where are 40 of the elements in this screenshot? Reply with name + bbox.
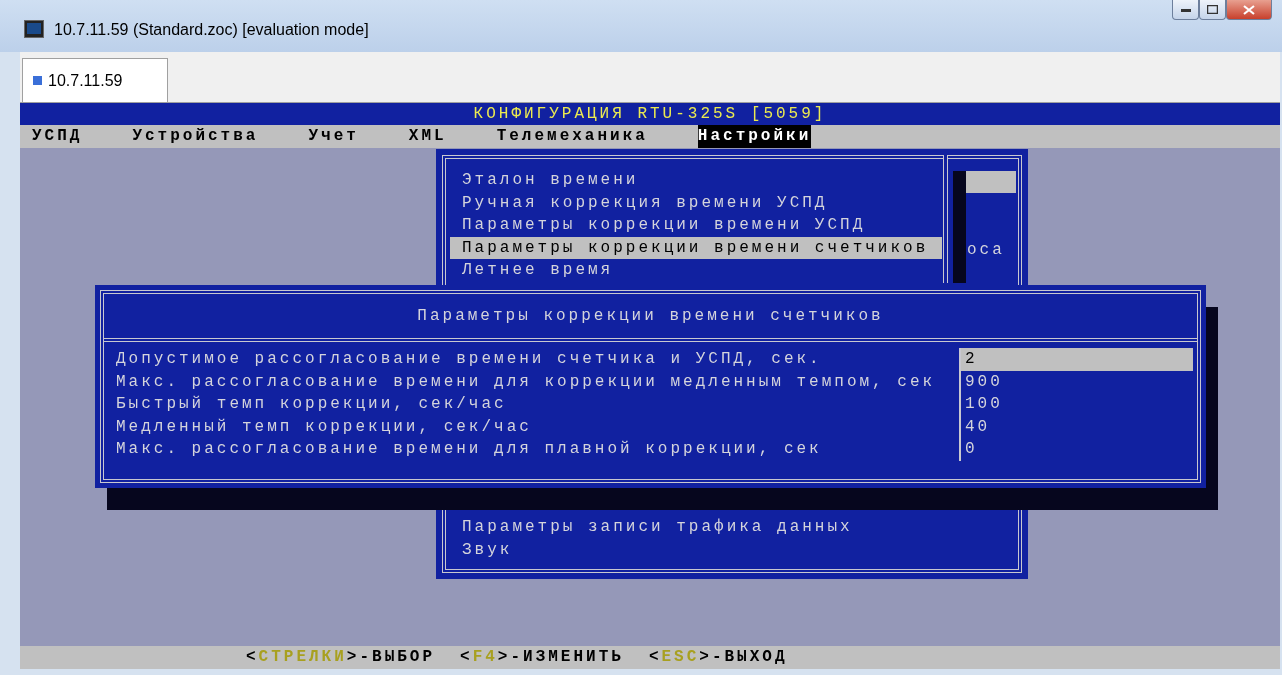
menu-item[interactable]: XML: [408, 125, 447, 148]
menu-item[interactable]: Устройства: [132, 125, 259, 148]
maximize-button[interactable]: [1199, 0, 1226, 20]
value-field[interactable]: 100: [959, 393, 1193, 416]
key-hint: <ESC>-ВЫХОД: [648, 647, 788, 668]
menu-item[interactable]: УСПД: [32, 125, 83, 148]
terminal-icon: [24, 20, 44, 38]
parameter-label: Макс. рассогласование времени для коррекции медленным темпом, сек: [116, 371, 937, 393]
dialog-title: Параметры коррекции времени счетчиков: [103, 294, 1198, 342]
dropdown-item[interactable]: Звук: [450, 538, 942, 561]
square-icon: [33, 76, 42, 85]
dropdown-item[interactable]: Параметры коррекции времени счетчиков: [450, 236, 942, 259]
value-field[interactable]: 2: [959, 348, 1193, 371]
dropdown-item[interactable]: Ручная коррекция времени УСПД: [450, 191, 942, 214]
dropdown-item[interactable]: Эталон времени: [450, 169, 942, 192]
parameter-label: Допустимое рассогласование времени счетчика и УСПД, сек.: [116, 349, 823, 370]
minimize-icon: [1180, 7, 1191, 12]
dropdown-item[interactable]: Летнее время: [450, 259, 942, 282]
dropdown-item[interactable]: Параметры записи трафика данных: [450, 516, 942, 539]
parameter-label: Быстрый темп коррекции, сек/час: [116, 394, 508, 415]
menu-item[interactable]: Телемеханика: [496, 125, 648, 148]
menu-item[interactable]: Настройки: [697, 125, 812, 148]
parameter-label: Макс. рассогласование времени для плавной коррекции, сек: [116, 439, 823, 460]
close-icon: [1243, 4, 1255, 15]
value-field[interactable]: 0: [959, 438, 1193, 461]
key-hint: <F4>-ИЗМЕНИТЬ: [460, 647, 624, 668]
input-field: [966, 171, 1016, 193]
close-button[interactable]: [1226, 0, 1272, 20]
dropdown-item[interactable]: Параметры коррекции времени УСПД: [450, 214, 942, 237]
minimize-button[interactable]: [1172, 0, 1199, 20]
screen-title: КОНФИГУРАЦИЯ RTU-325S [5059]: [20, 103, 1280, 125]
menu-item[interactable]: Учет: [308, 125, 359, 148]
key-hint: <СТРЕЛКИ>-ВЫБОР: [246, 647, 436, 668]
partial-text: оса: [967, 240, 1005, 261]
value-field[interactable]: 40: [959, 415, 1193, 438]
maximize-icon: [1207, 5, 1218, 14]
window-title: 10.7.11.59 (Standard.zoc) [evaluation mode]: [54, 20, 369, 40]
parameter-label: Медленный темп коррекции, сек/час: [116, 416, 533, 438]
value-field[interactable]: 900: [959, 370, 1193, 393]
session-tab[interactable]: 10.7.11.59: [22, 58, 168, 102]
